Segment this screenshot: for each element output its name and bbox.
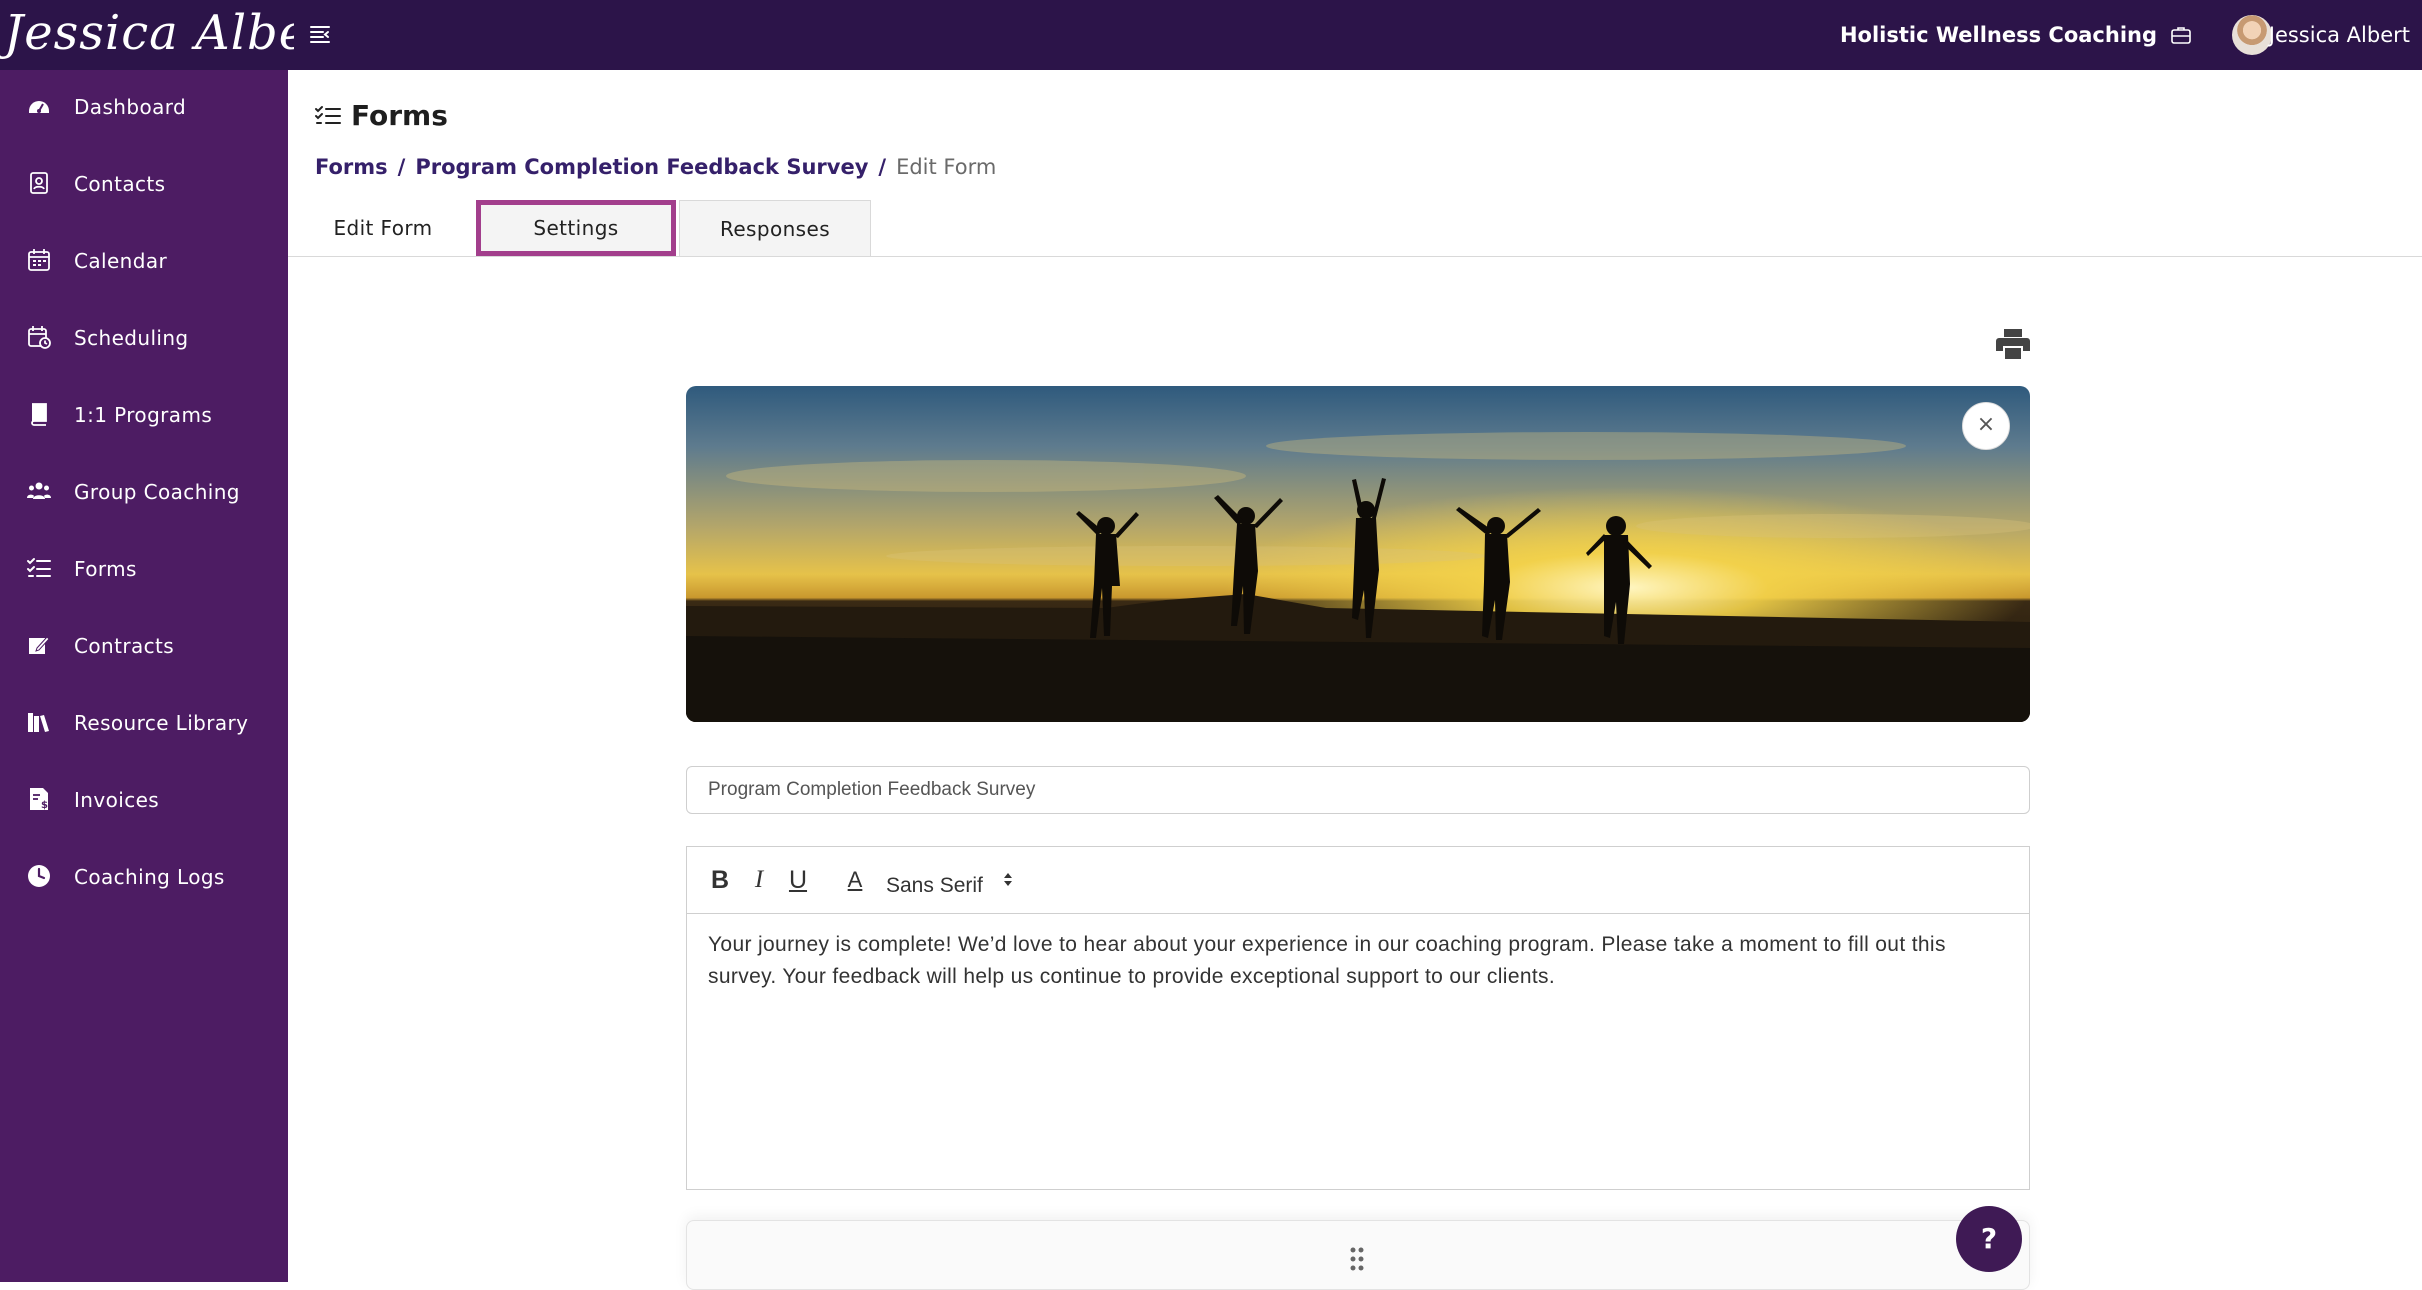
sidebar-item-label: Group Coaching xyxy=(74,480,240,504)
sidebar: Dashboard Contacts Calendar Scheduling 1… xyxy=(0,70,288,1282)
sidebar-item-label: Contracts xyxy=(74,634,175,658)
sidebar-item-label: Contacts xyxy=(74,172,166,196)
avatar[interactable] xyxy=(2232,15,2272,55)
editor-content[interactable]: Your journey is complete! We’d love to h… xyxy=(708,929,2008,993)
sidebar-item-programs[interactable]: 1:1 Programs xyxy=(0,384,288,444)
breadcrumb: Forms / Program Completion Feedback Survey… xyxy=(315,154,996,180)
sidebar-item-dashboard[interactable]: Dashboard xyxy=(0,76,288,136)
editor-toolbar: B I U A Sans Serif xyxy=(687,847,2029,914)
breadcrumb-separator: / xyxy=(397,155,406,179)
italic-button[interactable]: I xyxy=(748,865,770,895)
breadcrumb-separator: / xyxy=(878,155,887,179)
tab-edit-form[interactable]: Edit Form xyxy=(298,200,468,256)
calendar-icon xyxy=(26,247,52,273)
help-button[interactable]: ? xyxy=(1956,1206,2022,1272)
sidebar-item-label: Calendar xyxy=(74,249,168,273)
clock-icon xyxy=(26,863,52,889)
form-title-input[interactable]: Program Completion Feedback Survey xyxy=(686,766,2030,814)
sidebar-item-contracts[interactable]: Contracts xyxy=(0,615,288,675)
text-color-button[interactable]: A xyxy=(844,865,866,895)
tab-settings[interactable]: Settings xyxy=(476,200,676,256)
sidebar-item-label: Invoices xyxy=(74,788,160,812)
organization-name[interactable]: Holistic Wellness Coaching xyxy=(1840,22,2157,48)
form-banner-image xyxy=(686,386,2030,722)
sidebar-item-forms[interactable]: Forms xyxy=(0,538,288,598)
underline-button[interactable]: U xyxy=(787,865,809,895)
sidebar-item-label: Scheduling xyxy=(74,326,189,350)
svg-text:$: $ xyxy=(41,800,48,811)
drag-handle-icon[interactable] xyxy=(1348,1246,1366,1272)
forms-icon xyxy=(314,104,342,128)
menu-toggle-icon[interactable] xyxy=(308,22,334,48)
description-editor: B I U A Sans Serif Your journey is compl… xyxy=(686,846,2030,1190)
sidebar-item-scheduling[interactable]: Scheduling xyxy=(0,307,288,367)
top-bar: Jessica Albert Holistic Wellness Coachin… xyxy=(0,0,2422,70)
contract-icon xyxy=(26,632,52,658)
user-name[interactable]: Jessica Albert xyxy=(2269,22,2410,48)
sidebar-item-label: Coaching Logs xyxy=(74,865,225,889)
invoice-icon: $ xyxy=(26,786,52,812)
sidebar-item-label: Dashboard xyxy=(74,95,187,119)
select-arrows-icon[interactable] xyxy=(1001,867,1015,893)
sidebar-item-coaching-logs[interactable]: Coaching Logs xyxy=(0,846,288,906)
font-family-select[interactable]: Sans Serif xyxy=(886,873,983,899)
breadcrumb-survey-link[interactable]: Program Completion Feedback Survey xyxy=(415,155,868,179)
sidebar-item-calendar[interactable]: Calendar xyxy=(0,230,288,290)
sidebar-item-label: Forms xyxy=(74,557,137,581)
contacts-icon xyxy=(26,170,52,196)
brand-logo[interactable]: Jessica Albert xyxy=(0,0,294,70)
book-icon xyxy=(26,401,52,427)
dashboard-icon xyxy=(26,93,52,119)
sidebar-item-invoices[interactable]: $ Invoices xyxy=(0,769,288,829)
group-icon xyxy=(26,478,52,504)
sidebar-item-contacts[interactable]: Contacts xyxy=(0,153,288,213)
forms-icon xyxy=(26,555,52,581)
sidebar-item-label: Resource Library xyxy=(74,711,249,735)
sidebar-item-label: 1:1 Programs xyxy=(74,403,213,427)
print-icon[interactable] xyxy=(1996,328,2030,360)
breadcrumb-current: Edit Form xyxy=(896,155,997,179)
tabs-divider xyxy=(288,256,2422,257)
sidebar-item-group-coaching[interactable]: Group Coaching xyxy=(0,461,288,521)
breadcrumb-forms-link[interactable]: Forms xyxy=(315,155,388,179)
library-icon xyxy=(26,709,52,735)
remove-banner-button[interactable]: × xyxy=(1962,402,2010,450)
sidebar-item-resource-library[interactable]: Resource Library xyxy=(0,692,288,752)
briefcase-icon[interactable] xyxy=(2170,24,2192,46)
scheduling-icon xyxy=(26,324,52,350)
page-title: Forms xyxy=(351,99,448,132)
tab-responses[interactable]: Responses xyxy=(679,200,871,256)
bold-button[interactable]: B xyxy=(709,865,731,895)
